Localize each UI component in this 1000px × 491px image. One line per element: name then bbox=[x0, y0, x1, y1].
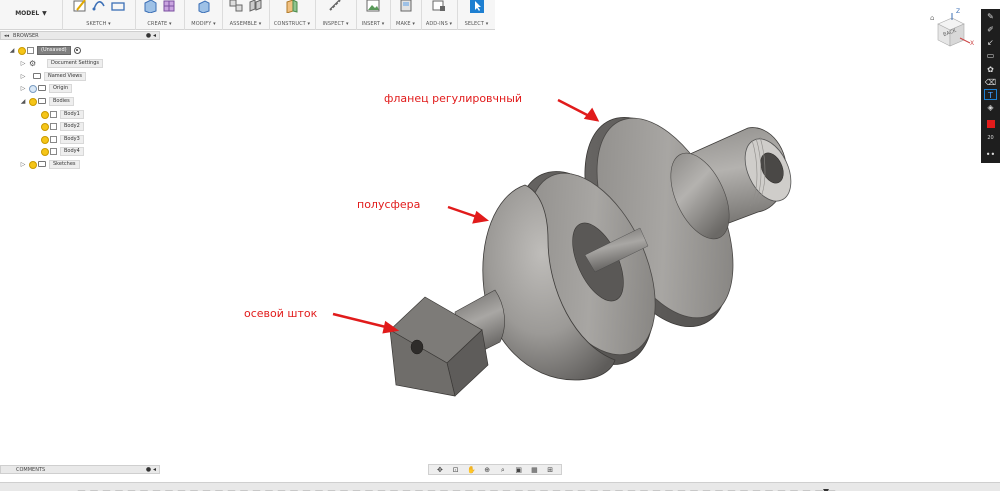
block-hole[interactable] bbox=[410, 339, 424, 355]
eraser-icon[interactable]: ⌫ bbox=[984, 77, 997, 88]
home-icon[interactable]: ⌂ bbox=[930, 14, 934, 22]
comments-title: COMMENTS bbox=[16, 466, 46, 473]
zoom-icon[interactable]: ⊕ bbox=[483, 466, 491, 474]
timeline: |◀◀▶▶| bbox=[0, 482, 1000, 491]
rect-tool-icon[interactable]: ▭ bbox=[984, 50, 997, 61]
display-settings-icon[interactable]: ▣ bbox=[515, 466, 523, 474]
marker-icon[interactable]: ✐ bbox=[984, 24, 997, 35]
viewports-icon[interactable]: ⊞ bbox=[546, 466, 554, 474]
look-at-icon[interactable]: ⊡ bbox=[452, 466, 460, 474]
orbit-icon[interactable]: ✥ bbox=[436, 466, 444, 474]
comments-controls[interactable]: ● ◂ bbox=[146, 466, 156, 473]
text-tool-icon[interactable]: T bbox=[984, 89, 997, 100]
fusion360-window: MODEL ▼ SKETCH ▾ CREATE ▾ MODIFY ▾ ASSEM… bbox=[0, 0, 1000, 491]
axis-x-label: X bbox=[970, 40, 975, 47]
model-viewport[interactable] bbox=[0, 0, 1000, 491]
fit-icon[interactable]: ⌕ bbox=[499, 466, 507, 474]
markup-toolbar: ✎ ✐ ↙ ▭ ✿ ⌫ T ◈ 20 •• bbox=[981, 9, 1000, 163]
annotation-flange: фланец регулировчный bbox=[384, 92, 523, 105]
navigation-bar: ✥ ⊡ ✋ ⊕ ⌕ ▣ ▦ ⊞ bbox=[428, 464, 562, 475]
axis-z-label: Z bbox=[956, 8, 961, 15]
stamp-icon[interactable]: ✿ bbox=[984, 64, 997, 75]
color-swatch[interactable] bbox=[984, 119, 997, 130]
annotation-shaft: осевой шток bbox=[244, 307, 318, 320]
grid-settings-icon[interactable]: ▦ bbox=[530, 466, 538, 474]
pan-icon[interactable]: ✋ bbox=[467, 466, 476, 474]
clear-icon[interactable]: ◈ bbox=[984, 102, 997, 113]
more-icon[interactable]: •• bbox=[984, 149, 997, 160]
comments-panel: COMMENTS ● ◂ bbox=[0, 465, 160, 474]
annotation-hemisphere: полусфера bbox=[357, 198, 421, 211]
comments-header[interactable]: COMMENTS ● ◂ bbox=[0, 465, 160, 474]
pen-icon[interactable]: ✎ bbox=[984, 11, 997, 22]
arrow-tool-icon[interactable]: ↙ bbox=[984, 37, 997, 48]
pen-size[interactable]: 20 bbox=[984, 133, 997, 144]
viewcube[interactable]: BACK Z X ⌂ bbox=[930, 8, 978, 50]
